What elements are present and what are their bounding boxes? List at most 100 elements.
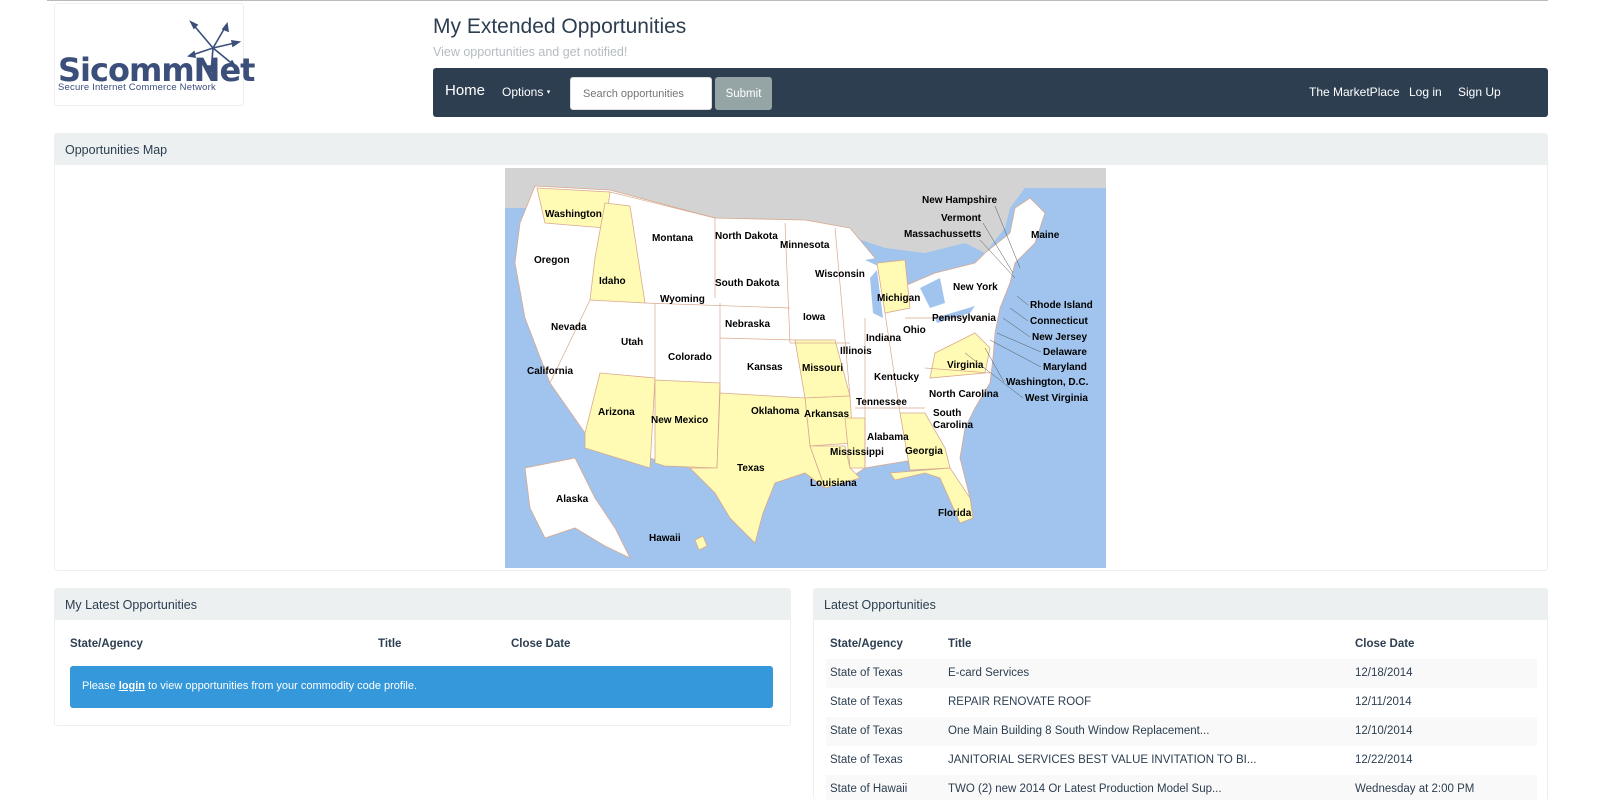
map-label-delaware[interactable]: Delaware <box>1043 347 1087 358</box>
map-label-washington-d-c[interactable]: Washington, D.C. <box>1006 377 1089 388</box>
map-label-mississippi[interactable]: Mississippi <box>830 447 884 458</box>
row-title-link[interactable]: JANITORIAL SERVICES BEST VALUE INVITATIO… <box>948 754 1256 766</box>
my-latest-opportunities-panel: My Latest Opportunities State/Agency Tit… <box>54 588 791 726</box>
map-label-utah[interactable]: Utah <box>621 337 643 348</box>
latest-title: Latest Opportunities <box>814 589 1547 620</box>
map-label-alaska[interactable]: Alaska <box>556 494 589 505</box>
caret-down-icon: ▾ <box>546 89 551 96</box>
map-label-illinois[interactable]: Illinois <box>840 346 872 357</box>
map-label-new-hampshire[interactable]: New Hampshire <box>922 195 997 206</box>
map-label-connecticut[interactable]: Connecticut <box>1030 316 1088 327</box>
map-label-carolina[interactable]: Carolina <box>933 420 973 431</box>
map-label-washington[interactable]: Washington <box>545 209 602 220</box>
row-agency: State of Texas <box>830 754 903 766</box>
map-label-ohio[interactable]: Ohio <box>903 325 926 336</box>
map-label-texas[interactable]: Texas <box>737 463 765 474</box>
nav-home-link[interactable]: Home <box>445 82 485 99</box>
search-input[interactable] <box>570 77 712 110</box>
map-label-new-jersey[interactable]: New Jersey <box>1032 332 1087 343</box>
map-label-maine[interactable]: Maine <box>1031 230 1060 241</box>
opportunities-map-panel: Opportunities Map Washington Oregon Idah… <box>54 133 1548 571</box>
us-opportunities-map[interactable]: Washington Oregon Idaho Montana North Da… <box>505 168 1106 568</box>
map-label-south-dakota[interactable]: South Dakota <box>715 278 780 289</box>
table-row[interactable]: State of Hawaii TWO (2) new 2014 Or Late… <box>826 775 1537 800</box>
map-label-kentucky[interactable]: Kentucky <box>874 372 919 383</box>
map-label-oklahoma[interactable]: Oklahoma <box>751 406 800 417</box>
map-label-georgia[interactable]: Georgia <box>905 446 943 457</box>
row-title-link[interactable]: REPAIR RENOVATE ROOF <box>948 696 1091 708</box>
row-title-link[interactable]: One Main Building 8 South Window Replace… <box>948 725 1209 737</box>
map-label-kansas[interactable]: Kansas <box>747 362 783 373</box>
row-close-date: 12/11/2014 <box>1355 696 1412 708</box>
table-row[interactable]: State of Texas One Main Building 8 South… <box>826 717 1537 746</box>
page-title: My Extended Opportunities <box>433 15 687 38</box>
col-state-agency[interactable]: State/Agency <box>830 638 903 650</box>
col-title[interactable]: Title <box>378 638 401 650</box>
table-row[interactable]: State of Texas REPAIR RENOVATE ROOF 12/1… <box>826 688 1537 717</box>
map-label-oregon[interactable]: Oregon <box>534 255 570 266</box>
map-state-washington[interactable] <box>536 187 611 229</box>
alert-prefix: Please <box>82 680 119 692</box>
login-alert: Please login to view opportunities from … <box>70 666 773 708</box>
row-close-date: 12/10/2014 <box>1355 725 1413 737</box>
alert-login-link[interactable]: login <box>119 680 145 692</box>
nav-signup-link[interactable]: Sign Up <box>1458 85 1501 99</box>
nav-login-link[interactable]: Log in <box>1409 85 1442 99</box>
map-label-maryland[interactable]: Maryland <box>1043 362 1087 373</box>
map-label-vermont[interactable]: Vermont <box>941 213 982 224</box>
site-logo[interactable]: SicommNet Secure Internet Commerce Netwo… <box>54 3 255 106</box>
nav-options-dropdown[interactable]: Options ▾ <box>502 85 550 99</box>
map-label-idaho[interactable]: Idaho <box>599 276 626 287</box>
col-close-date[interactable]: Close Date <box>511 638 570 650</box>
map-label-indiana[interactable]: Indiana <box>866 333 901 344</box>
map-label-minnesota[interactable]: Minnesota <box>780 240 830 251</box>
map-label-virginia[interactable]: Virginia <box>947 360 984 371</box>
nav-marketplace-link[interactable]: The MarketPlace <box>1309 85 1400 99</box>
row-close-date: 12/18/2014 <box>1355 667 1413 679</box>
map-label-rhode-island[interactable]: Rhode Island <box>1030 300 1093 311</box>
map-panel-title: Opportunities Map <box>55 134 1547 165</box>
main-navbar: Home Options ▾ Submit The MarketPlace Lo… <box>433 68 1548 117</box>
map-label-michigan[interactable]: Michigan <box>877 293 920 304</box>
map-label-new-mexico[interactable]: New Mexico <box>651 415 708 426</box>
table-row[interactable]: State of Texas E-card Services 12/18/201… <box>826 659 1537 688</box>
map-label-colorado[interactable]: Colorado <box>668 352 712 363</box>
row-close-date: Wednesday at 2:00 PM <box>1355 783 1475 795</box>
table-row[interactable]: State of Texas JANITORIAL SERVICES BEST … <box>826 746 1537 775</box>
row-agency: State of Texas <box>830 696 903 708</box>
map-label-south[interactable]: South <box>933 408 961 419</box>
map-state-hawaii[interactable] <box>694 535 708 551</box>
map-label-wisconsin[interactable]: Wisconsin <box>815 269 865 280</box>
map-label-california[interactable]: California <box>527 366 574 377</box>
map-state-alaska[interactable] <box>524 457 631 559</box>
map-label-arizona[interactable]: Arizona <box>598 407 635 418</box>
map-label-west-virginia[interactable]: West Virginia <box>1025 393 1088 404</box>
nav-options-label: Options <box>502 85 544 99</box>
col-state-agency[interactable]: State/Agency <box>70 638 143 650</box>
map-label-massachussetts[interactable]: Massachussetts <box>904 229 982 240</box>
map-label-north-carolina[interactable]: North Carolina <box>929 389 999 400</box>
map-label-louisiana[interactable]: Louisiana <box>810 478 857 489</box>
map-label-hawaii[interactable]: Hawaii <box>649 533 681 544</box>
map-label-pennsylvania[interactable]: Pennsylvania <box>932 313 996 324</box>
map-label-florida[interactable]: Florida <box>938 508 972 519</box>
map-label-new-york[interactable]: New York <box>953 282 998 293</box>
row-agency: State of Texas <box>830 725 903 737</box>
row-title-link[interactable]: E-card Services <box>948 667 1029 679</box>
map-label-wyoming[interactable]: Wyoming <box>660 294 705 305</box>
row-title-link[interactable]: TWO (2) new 2014 Or Latest Production Mo… <box>948 783 1222 795</box>
map-label-iowa[interactable]: Iowa <box>803 312 826 323</box>
alert-suffix: to view opportunities from your commodit… <box>144 680 418 692</box>
map-label-north-dakota[interactable]: North Dakota <box>715 231 778 242</box>
map-label-nevada[interactable]: Nevada <box>551 322 587 333</box>
map-label-arkansas[interactable]: Arkansas <box>804 409 849 420</box>
map-label-missouri[interactable]: Missouri <box>802 363 843 374</box>
latest-opportunities-panel: Latest Opportunities State/Agency Title … <box>813 588 1548 800</box>
col-close-date[interactable]: Close Date <box>1355 638 1414 650</box>
col-title[interactable]: Title <box>948 638 971 650</box>
map-label-nebraska[interactable]: Nebraska <box>725 319 770 330</box>
map-label-tennessee[interactable]: Tennessee <box>856 397 907 408</box>
search-submit-button[interactable]: Submit <box>715 77 772 110</box>
map-label-alabama[interactable]: Alabama <box>867 432 909 443</box>
map-label-montana[interactable]: Montana <box>652 233 694 244</box>
